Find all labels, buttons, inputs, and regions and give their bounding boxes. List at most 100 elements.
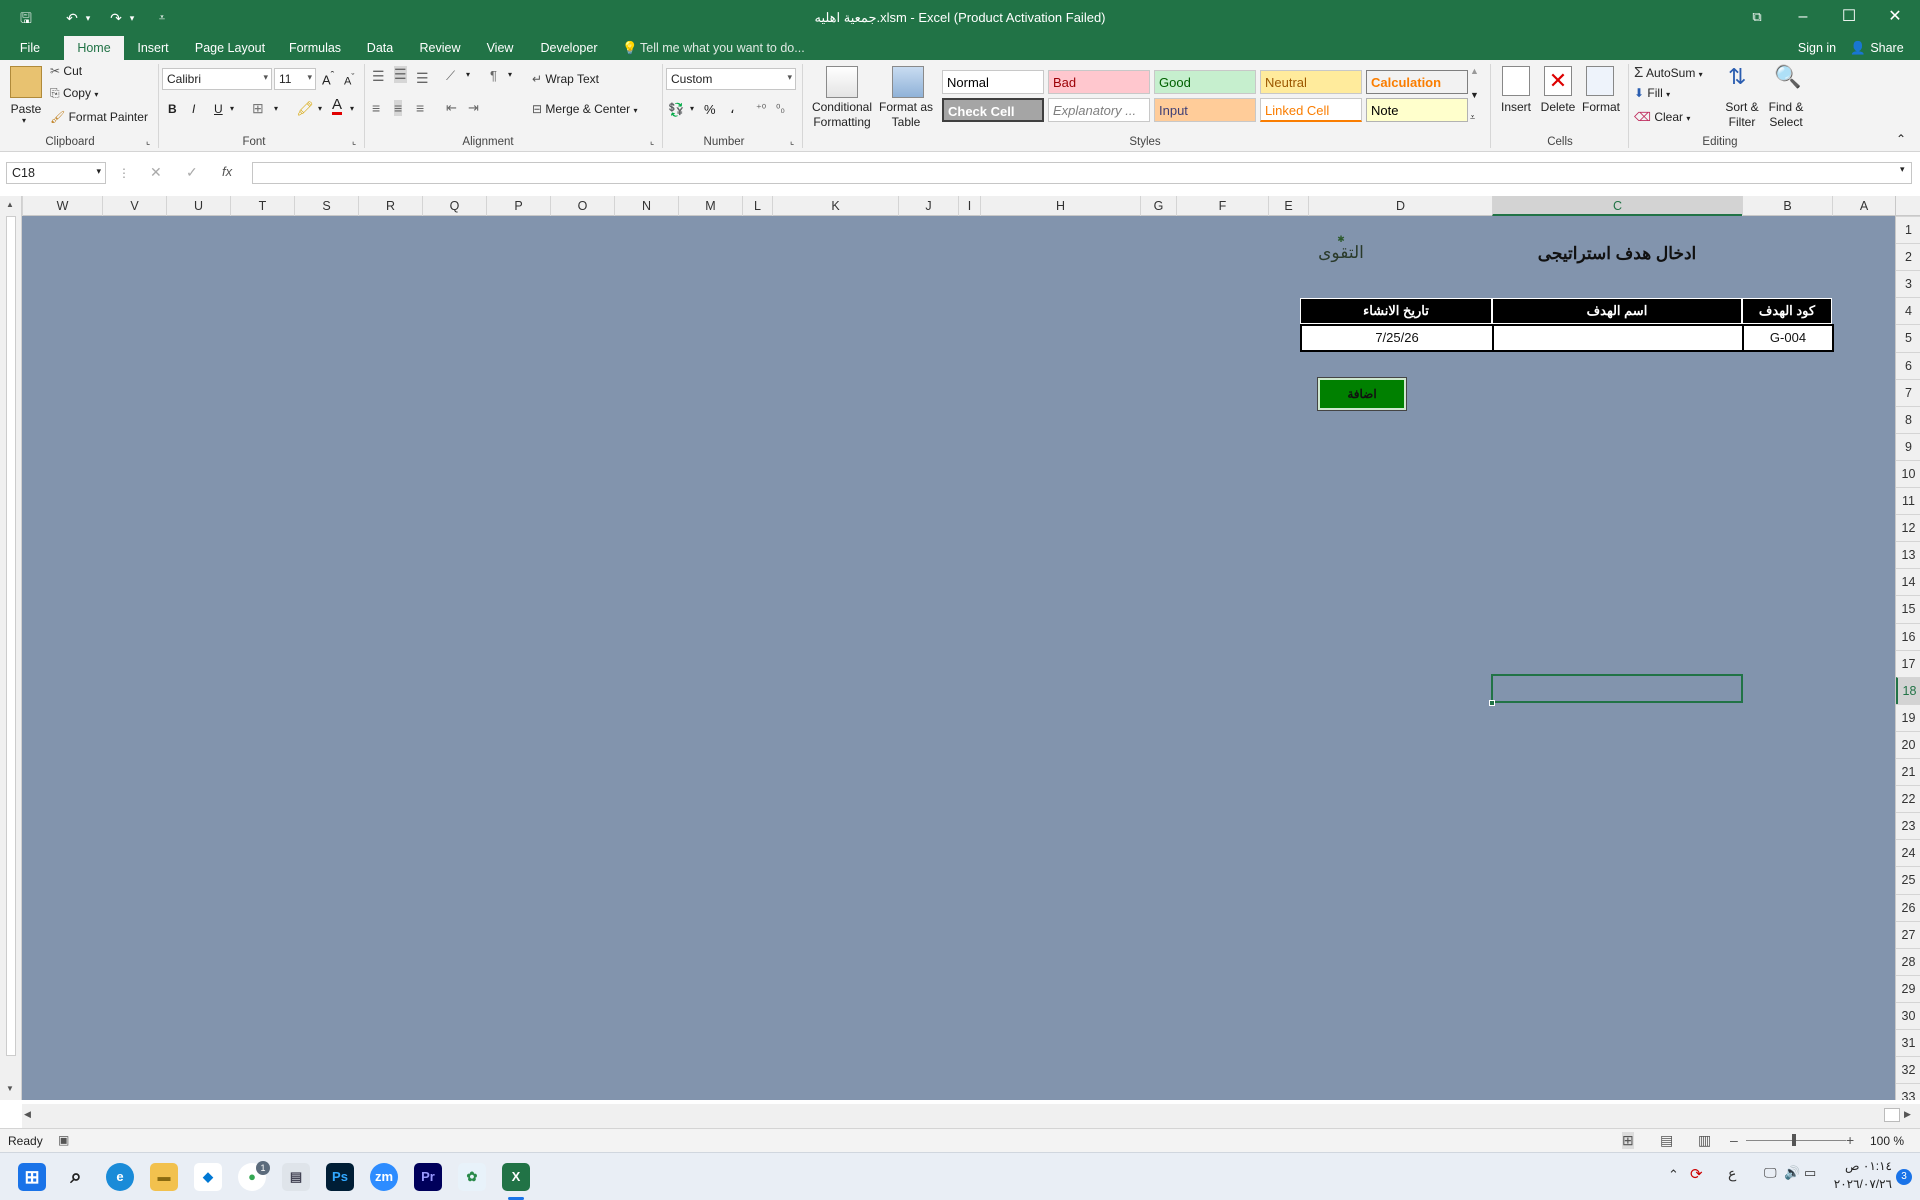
tab-view[interactable]: View: [480, 36, 520, 60]
row-header-18[interactable]: 18: [1896, 676, 1920, 704]
font-size-combo[interactable]: 11 ▾: [274, 68, 316, 90]
macro-record-icon[interactable]: ▣: [58, 1133, 69, 1147]
photoshop-icon[interactable]: Ps: [326, 1163, 354, 1191]
column-header-w[interactable]: W: [22, 196, 102, 216]
row-header-26[interactable]: 26: [1896, 893, 1920, 921]
column-header-c[interactable]: C: [1492, 196, 1742, 216]
share-icon[interactable]: 👤: [1850, 36, 1866, 60]
merge-center-button[interactable]: ⊟ Merge & Center ▾: [532, 102, 637, 116]
borders-icon[interactable]: ⊞: [252, 100, 264, 117]
horizontal-scroll-thumb[interactable]: [1884, 1108, 1900, 1122]
align-right-icon[interactable]: ≡: [416, 100, 424, 116]
row-header-29[interactable]: 29: [1896, 974, 1920, 1002]
tab-page-layout[interactable]: Page Layout: [190, 36, 270, 60]
tell-me-search[interactable]: Tell me what you want to do...: [640, 36, 816, 60]
row-header-12[interactable]: 12: [1896, 514, 1920, 541]
row-header-24[interactable]: 24: [1896, 839, 1920, 866]
volume-icon[interactable]: 🔊: [1784, 1165, 1800, 1181]
row-header-23[interactable]: 23: [1896, 812, 1920, 839]
row-header-20[interactable]: 20: [1896, 730, 1920, 758]
delete-cells-icon[interactable]: ✕: [1544, 66, 1572, 96]
row-header-27[interactable]: 27: [1896, 920, 1920, 948]
find-select-button[interactable]: Find & Select: [1764, 100, 1808, 130]
edge-icon[interactable]: e: [106, 1163, 134, 1191]
align-middle-icon[interactable]: ☰: [394, 66, 407, 83]
column-header-t[interactable]: T: [230, 196, 294, 216]
column-header-s[interactable]: S: [294, 196, 358, 216]
column-header-m[interactable]: M: [678, 196, 742, 216]
select-all-corner[interactable]: [1895, 196, 1920, 216]
tab-file[interactable]: File: [8, 36, 52, 60]
page-break-view-icon[interactable]: ▥: [1698, 1132, 1711, 1149]
row-header-21[interactable]: 21: [1896, 758, 1920, 785]
comma-style-button[interactable]: ،: [730, 100, 735, 117]
column-header-a[interactable]: A: [1832, 196, 1895, 216]
row-header-25[interactable]: 25: [1896, 866, 1920, 893]
grow-font-icon[interactable]: Aˆ: [322, 70, 334, 87]
paste-button[interactable]: Paste: [10, 102, 42, 116]
row-header-3[interactable]: 3: [1896, 270, 1920, 297]
horizontal-scrollbar[interactable]: ◀ ▶: [22, 1104, 1920, 1128]
column-header-o[interactable]: O: [550, 196, 614, 216]
tab-review[interactable]: Review: [414, 36, 466, 60]
row-header-33[interactable]: 33: [1896, 1083, 1920, 1100]
paste-dropdown-icon[interactable]: ▾: [22, 116, 26, 125]
number-format-combo[interactable]: Custom ▾: [666, 68, 796, 90]
conditional-formatting-icon[interactable]: [826, 66, 858, 98]
tab-data[interactable]: Data: [360, 36, 400, 60]
row-header-19[interactable]: 19: [1896, 703, 1920, 731]
scroll-left-icon[interactable]: ◀: [24, 1109, 31, 1120]
zoom-slider-thumb[interactable]: [1792, 1134, 1796, 1146]
fill-color-icon[interactable]: 🖍: [296, 100, 314, 117]
text-direction-dropdown-icon[interactable]: ▾: [508, 70, 512, 79]
column-header-b[interactable]: B: [1742, 196, 1832, 216]
selected-cell-c18[interactable]: [1491, 674, 1743, 703]
italic-button[interactable]: I: [192, 102, 195, 116]
merge-dropdown-icon[interactable]: ▾: [633, 106, 637, 115]
row-header-32[interactable]: 32: [1896, 1056, 1920, 1083]
font-name-combo[interactable]: Calibri ▾: [162, 68, 272, 90]
excel-icon[interactable]: X: [502, 1163, 530, 1191]
close-icon[interactable]: ✕: [1872, 0, 1918, 36]
align-bottom-icon[interactable]: ☰: [416, 70, 429, 87]
tab-insert[interactable]: Insert: [130, 36, 176, 60]
cell-style-good[interactable]: Good: [1154, 70, 1256, 94]
tab-formulas[interactable]: Formulas: [282, 36, 348, 60]
font-color-icon[interactable]: A: [332, 97, 343, 115]
column-header-q[interactable]: Q: [422, 196, 486, 216]
row-header-2[interactable]: 2: [1896, 243, 1920, 270]
tab-developer[interactable]: Developer: [534, 36, 604, 60]
align-top-icon[interactable]: ☰: [372, 68, 385, 85]
monitor-icon[interactable]: 🖵: [1764, 1165, 1777, 1181]
increase-indent-icon[interactable]: ⇥: [468, 100, 479, 116]
tab-home[interactable]: Home: [64, 36, 124, 60]
sort-filter-icon[interactable]: ⇅: [1728, 64, 1746, 90]
cell-style-linked-cell[interactable]: Linked Cell: [1260, 98, 1362, 122]
worksheet[interactable]: ادخال هدف استراتيجى ✱ التقوى تاريخ الانش…: [22, 216, 1895, 1100]
confirm-entry-icon[interactable]: ✓: [186, 164, 198, 181]
copy-dropdown-icon[interactable]: ▾: [94, 90, 98, 99]
orientation-icon[interactable]: ⟋: [446, 68, 455, 84]
accounting-format-icon[interactable]: 💱: [668, 102, 684, 118]
percent-style-button[interactable]: %: [704, 102, 716, 117]
sort-filter-button[interactable]: Sort & Filter: [1722, 100, 1762, 130]
chevron-up-icon[interactable]: ⌃: [1668, 1167, 1679, 1183]
premiere-icon[interactable]: Pr: [414, 1163, 442, 1191]
row-header-30[interactable]: 30: [1896, 1001, 1920, 1029]
insert-function-icon[interactable]: fx: [222, 164, 232, 179]
format-cells-button[interactable]: Format: [1580, 100, 1622, 114]
row-header-7[interactable]: 7: [1896, 378, 1920, 406]
format-as-table-button[interactable]: Format as Table: [876, 100, 936, 130]
cell-style-normal[interactable]: Normal: [942, 70, 1044, 94]
font-color-dropdown-icon[interactable]: ▾: [350, 104, 354, 113]
add-button[interactable]: اضافة: [1317, 377, 1407, 411]
cell-style-bad[interactable]: Bad: [1048, 70, 1150, 94]
delete-cells-button[interactable]: Delete: [1538, 100, 1578, 114]
alignment-launcher-icon[interactable]: ⌞: [650, 136, 654, 147]
row-header-22[interactable]: 22: [1896, 785, 1920, 812]
scroll-right-icon[interactable]: ▶: [1904, 1109, 1911, 1120]
wrap-text-button[interactable]: ↵ Wrap Text: [532, 72, 599, 86]
language-indicator[interactable]: ع: [1728, 1165, 1736, 1182]
cell-style-note[interactable]: Note: [1366, 98, 1468, 122]
formula-input[interactable]: [252, 162, 1912, 184]
